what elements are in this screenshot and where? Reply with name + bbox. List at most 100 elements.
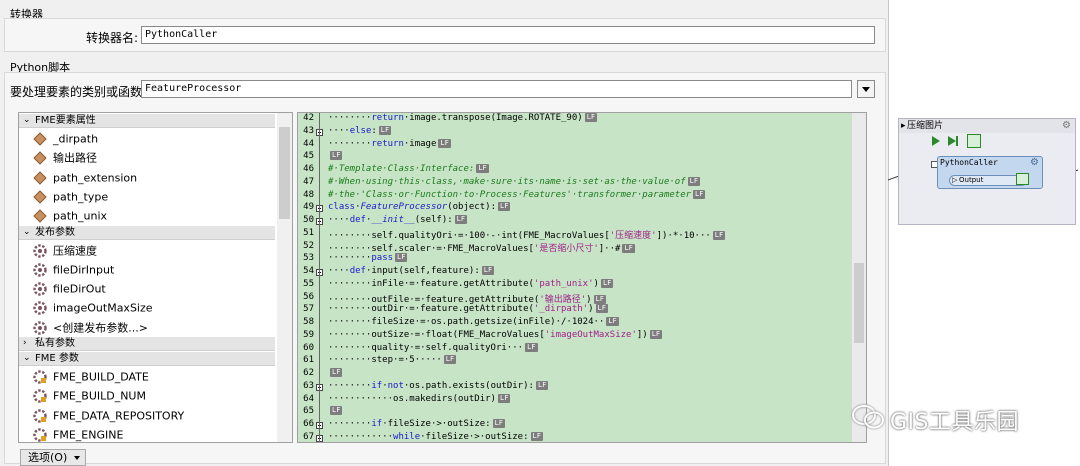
run-to-icon[interactable] xyxy=(930,135,944,147)
line-feed-marker: LF xyxy=(649,329,663,339)
line-feed-marker: LF xyxy=(535,380,549,390)
code-line[interactable]: #·Template·Class·Interface: LF xyxy=(328,164,489,174)
tree-item[interactable]: imageOutMaxSize xyxy=(33,298,153,317)
attribute-tree[interactable]: ⌄ FME要素属性 _dirpath 输出路径 path_extension path_t… xyxy=(18,112,293,443)
code-line[interactable]: class·FeatureProcessor(object): LF xyxy=(328,202,511,212)
tree-category-header[interactable]: › 私有参数 xyxy=(19,337,275,351)
tree-item[interactable]: _dirpath xyxy=(33,129,98,148)
tree-item[interactable]: fileDirInput xyxy=(33,260,114,279)
code-line[interactable]: ········pass LF xyxy=(328,253,408,263)
line-feed-marker: LF xyxy=(492,419,506,428)
tree-category-label: FME 参数 xyxy=(35,353,79,364)
transformer-parameters-dialog: 转换器 转换器名: PythonCaller Python脚本 要处理要素的类别… xyxy=(0,0,888,466)
tree-item[interactable]: path_type xyxy=(33,187,108,206)
tree-item[interactable]: FME_BUILD_NUM xyxy=(33,386,146,405)
code-line[interactable]: #·the·'Class·or·Function·to·Process·Feat… xyxy=(328,189,706,200)
tree-item[interactable]: FME_BUILD_DATE xyxy=(33,367,149,386)
line-feed-marker: LF xyxy=(476,164,489,173)
code-line[interactable]: ········if·not·os.path.exists(outDir): LF xyxy=(328,380,549,391)
code-line[interactable]: ····def·input(self,feature): LF xyxy=(328,266,495,276)
chevron-down-icon[interactable]: ⌄ xyxy=(23,226,31,239)
code-line[interactable]: LF xyxy=(328,368,343,378)
line-number: 45 xyxy=(303,151,314,162)
tree-item[interactable]: fileDirOut xyxy=(33,279,106,298)
entry-class-dropdown-button[interactable] xyxy=(857,80,875,98)
code-line[interactable]: ········outDir·=·feature.getAttribute('_… xyxy=(328,304,608,314)
tree-item[interactable]: path_unix xyxy=(33,206,107,225)
entry-class-input[interactable]: FeatureProcessor xyxy=(141,80,852,98)
line-feed-marker: LF xyxy=(606,317,619,326)
tree-item[interactable]: 输出路径 xyxy=(33,148,97,167)
tree-item-label: path_type xyxy=(53,190,109,204)
tree-item[interactable]: 压缩速度 xyxy=(33,241,97,260)
code-line[interactable]: ············os.makedirs(outDir) LF xyxy=(328,393,511,404)
tree-item[interactable]: FME_DATA_REPOSITORY xyxy=(33,406,184,425)
code-scroll-thumb[interactable] xyxy=(854,263,864,343)
run-from-icon[interactable] xyxy=(946,135,960,147)
line-number: 57 xyxy=(303,304,314,315)
options-button[interactable]: 选项(O) xyxy=(20,449,86,466)
code-line[interactable]: ············while·fileSize·>·outSize: LF xyxy=(328,431,543,442)
line-number: 64 xyxy=(303,393,314,404)
python-code-editor[interactable]: 42 ········return·image.transpose(Image.R… xyxy=(297,112,867,443)
code-line[interactable]: ········self.qualityOri·=·100·-·int(FME_… xyxy=(328,228,726,241)
line-number: 52 xyxy=(303,240,314,251)
chevron-right-icon[interactable]: › xyxy=(23,337,27,350)
code-line[interactable]: ········if·fileSize·>·outSize: LF xyxy=(328,419,506,429)
tree-item-label: FME_BUILD_DATE xyxy=(53,370,149,384)
code-line[interactable]: LF xyxy=(328,406,343,416)
code-line[interactable]: ········return·image LF xyxy=(328,138,451,149)
tree-category-label: FME要素属性 xyxy=(35,115,96,126)
code-line[interactable]: ········quality·=·self.qualityOri··· LF xyxy=(328,342,538,353)
tree-category-label: 私有参数 xyxy=(35,338,75,349)
code-line[interactable]: ····else: LF xyxy=(328,125,392,136)
code-scrollbar[interactable] xyxy=(852,113,866,442)
code-line[interactable]: ········outSize·=·float(FME_MacroValues[… xyxy=(328,329,663,340)
tree-item[interactable]: <创建发布参数...> xyxy=(33,318,148,337)
output-inspect-icon[interactable] xyxy=(1016,173,1029,185)
code-line[interactable]: ········return·image.transpose(Image.ROT… xyxy=(328,113,598,123)
tree-item-label: FME_ENGINE xyxy=(53,428,124,442)
published-parameter-gear-icon xyxy=(33,320,47,335)
line-feed-marker: LF xyxy=(622,243,635,253)
line-feed-marker: LF xyxy=(330,406,343,416)
code-line[interactable]: ········fileSize·=·os.path.getsize(inFil… xyxy=(328,317,619,327)
tree-category-header[interactable]: ⌄ 发布参数 xyxy=(19,225,275,240)
line-feed-marker: LF xyxy=(595,304,608,314)
code-line[interactable]: ········self.scaler·=·FME_MacroValues['是… xyxy=(328,241,635,254)
line-feed-marker: LF xyxy=(712,230,726,240)
code-line[interactable]: ········outFile·=·feature.getAttribute('… xyxy=(328,292,607,305)
line-number: 47 xyxy=(303,176,314,187)
wechat-logo-icon xyxy=(851,403,885,431)
line-feed-marker: LF xyxy=(497,393,511,403)
code-line[interactable]: LF xyxy=(328,151,343,161)
chevron-down-icon[interactable]: ⌄ xyxy=(23,352,31,365)
tree-item-label: path_extension xyxy=(53,171,138,185)
tree-category-header[interactable]: ⌄ FME要素属性 xyxy=(19,114,275,128)
line-feed-marker: LF xyxy=(454,215,468,224)
code-line[interactable]: ····def·__init__(self): LF xyxy=(328,215,468,225)
tree-item[interactable]: FME_ENGINE xyxy=(33,425,124,442)
line-number: 55 xyxy=(303,278,314,289)
attribute-diamond-icon xyxy=(33,190,47,204)
code-line[interactable]: #·When·using·this·class,·make·sure·its·n… xyxy=(328,176,701,187)
line-number: 62 xyxy=(303,368,314,378)
output-port-arrow-icon: ▷ xyxy=(952,176,958,184)
code-line[interactable]: ········inFile·=·feature.getAttribute('p… xyxy=(328,278,614,289)
line-number: 42 xyxy=(303,113,314,123)
transformer-name-input[interactable]: PythonCaller xyxy=(141,26,875,44)
line-number: 53 xyxy=(303,253,314,264)
tree-category-header[interactable]: ⌄ FME 参数 xyxy=(19,352,275,366)
inspect-icon[interactable] xyxy=(967,134,981,148)
bookmark-title-bar[interactable]: ▸ 压缩图片 ⚙ xyxy=(898,118,1076,134)
tree-scroll-thumb[interactable] xyxy=(279,127,290,219)
code-line[interactable]: ········step·=·5····· LF xyxy=(328,355,457,365)
chevron-down-icon[interactable]: ⌄ xyxy=(23,114,31,127)
transformer-name-label: 转换器名: xyxy=(86,31,139,45)
node-gear-icon[interactable]: ⚙ xyxy=(1030,157,1039,168)
line-number: 51 xyxy=(303,227,314,238)
tree-item-label: _dirpath xyxy=(53,132,99,146)
tree-item[interactable]: path_extension xyxy=(33,168,137,187)
gear-icon[interactable]: ⚙ xyxy=(1062,119,1071,133)
tree-scrollbar[interactable] xyxy=(277,113,292,442)
